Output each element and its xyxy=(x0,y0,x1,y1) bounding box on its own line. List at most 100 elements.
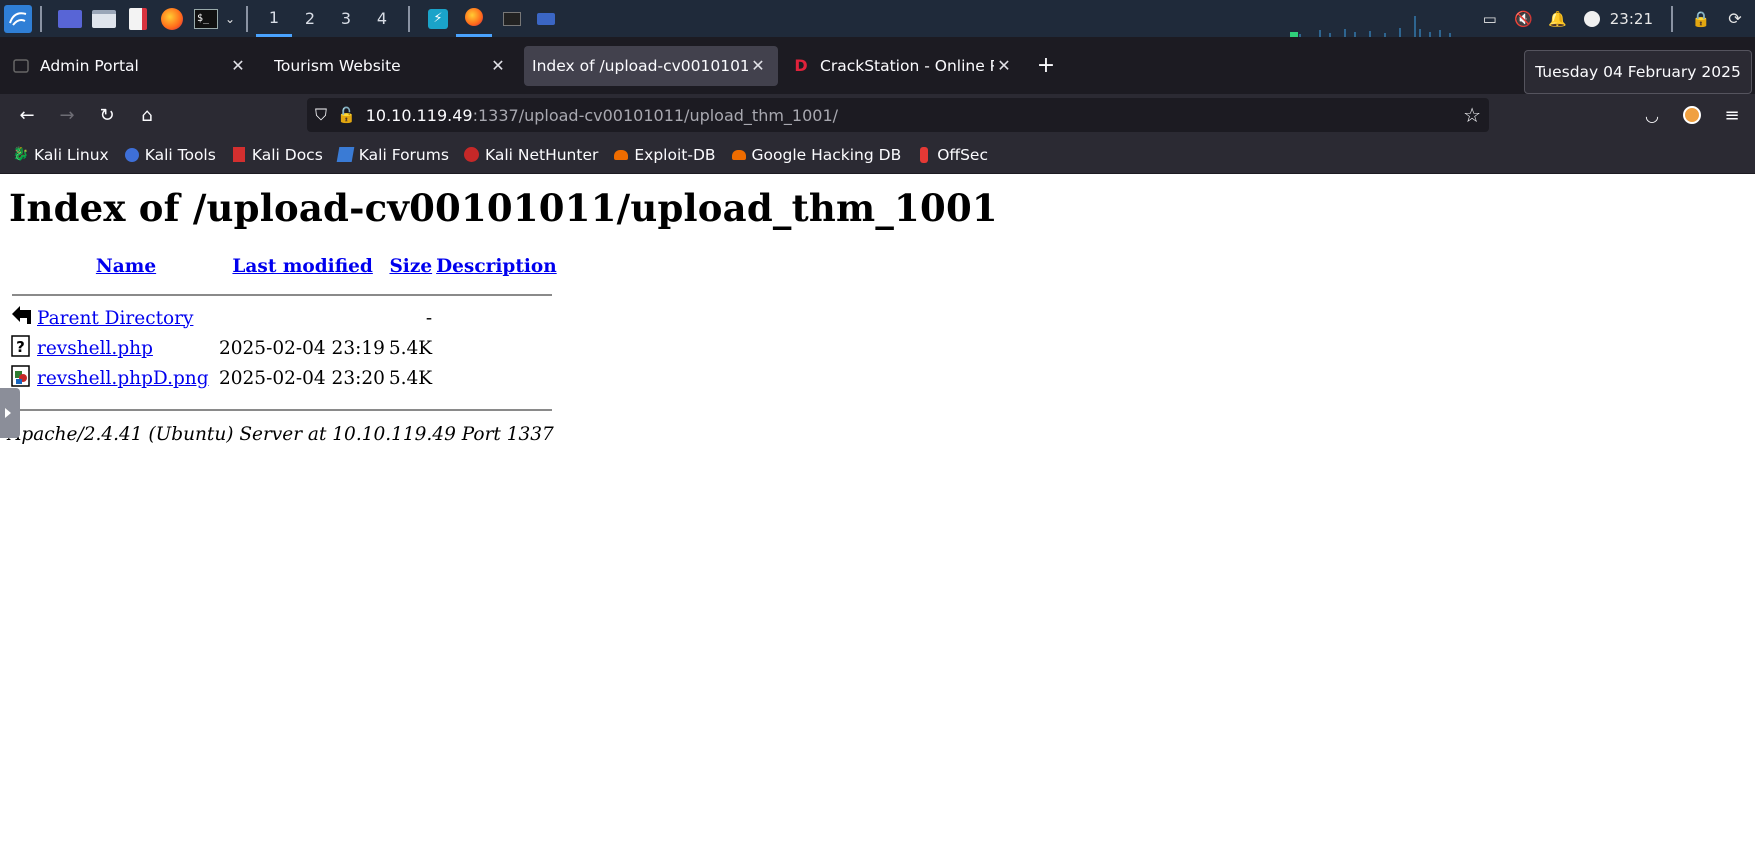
close-icon[interactable]: ✕ xyxy=(488,56,508,75)
bookmark-kali-forums[interactable]: Kali Forums xyxy=(336,146,449,164)
description-cell xyxy=(434,303,559,333)
tab-admin-portal[interactable]: Admin Portal ✕ xyxy=(4,46,258,86)
hamburger-menu-icon[interactable]: ≡ xyxy=(1717,100,1747,130)
kali-docs-icon xyxy=(230,146,248,164)
tab-tourism-website[interactable]: Tourism Website ✕ xyxy=(264,46,518,86)
table-row: revshell.phpD.png 2025-02-04 23:20 5.4K xyxy=(9,363,559,393)
workspace-2[interactable]: 2 xyxy=(292,0,328,37)
window-icon[interactable] xyxy=(532,5,560,33)
offsec-icon xyxy=(915,146,933,164)
tab-title: CrackStation - Online Pas xyxy=(820,56,994,75)
size-column-header: Size xyxy=(387,249,434,283)
notification-bell-icon[interactable]: 🔔 xyxy=(1544,5,1572,33)
close-icon[interactable]: ✕ xyxy=(228,56,248,75)
sidebar-drag-handle[interactable] xyxy=(0,388,20,438)
tab-crackstation[interactable]: D CrackStation - Online Pas ✕ xyxy=(784,46,1024,86)
nav-toolbar-right: ◡ ≡ xyxy=(1627,94,1755,136)
directory-listing-table: Name Last modified Size Description Pare… xyxy=(9,249,559,393)
modified-column-header: Last modified xyxy=(217,249,387,283)
close-icon[interactable]: ✕ xyxy=(748,56,768,75)
unknown-file-icon: ? xyxy=(9,333,35,363)
parent-directory-link[interactable]: Parent Directory xyxy=(37,308,193,329)
shield-icon[interactable]: ⛉ xyxy=(315,105,327,125)
url-path: :1337/upload-cv00101011/upload_thm_1001/ xyxy=(472,105,839,125)
bookmark-kali-nethunter[interactable]: Kali NetHunter xyxy=(463,146,598,164)
terminal-window-icon[interactable] xyxy=(498,5,526,33)
bookmark-offsec[interactable]: OffSec xyxy=(915,146,988,164)
forward-button[interactable]: → xyxy=(52,100,82,130)
url-host: 10.10.119.49 xyxy=(365,105,473,125)
size-cell: 5.4K xyxy=(388,337,433,359)
file-manager-icon[interactable] xyxy=(90,5,118,33)
workspace-4[interactable]: 4 xyxy=(364,0,400,37)
modified-cell: 2025-02-04 23:20 xyxy=(219,367,385,389)
kali-menu-icon[interactable] xyxy=(4,4,32,33)
exploitdb-icon xyxy=(612,146,630,164)
panel-separator xyxy=(246,5,248,32)
app-window-icon[interactable]: ⚡ xyxy=(424,5,452,33)
server-icon xyxy=(12,57,30,75)
workspace-3[interactable]: 3 xyxy=(328,0,364,37)
new-tab-button[interactable]: + xyxy=(1030,50,1062,82)
spacer-row xyxy=(9,283,559,303)
bookmark-exploit-db[interactable]: Exploit-DB xyxy=(612,145,716,164)
insecure-lock-icon[interactable]: 🔓 xyxy=(337,106,356,124)
bookmark-kali-docs[interactable]: Kali Docs xyxy=(230,146,323,164)
date-tooltip: Tuesday 04 February 2025 xyxy=(1524,50,1752,94)
name-cell: Parent Directory xyxy=(35,303,217,333)
file-link-revshell-php[interactable]: revshell.php xyxy=(37,338,153,359)
bookmark-kali-tools[interactable]: Kali Tools xyxy=(123,146,216,164)
back-button[interactable]: ← xyxy=(12,100,42,130)
sort-by-modified-link[interactable]: Last modified xyxy=(232,256,372,277)
url-bar[interactable]: ⛉ 🔓 10.10.119.49:1337/upload-cv00101011/… xyxy=(307,98,1489,132)
description-cell xyxy=(434,333,559,363)
bookmark-star-icon[interactable]: ☆ xyxy=(1463,103,1481,127)
bookmark-label: Kali NetHunter xyxy=(484,145,599,164)
update-icon[interactable] xyxy=(1578,5,1606,33)
system-tray: ▭ 🔇 🔔 23:21 🔒 ⟳ xyxy=(1470,0,1755,37)
close-icon[interactable]: ✕ xyxy=(994,56,1014,75)
kali-tools-icon xyxy=(123,146,141,164)
bookmark-label: Google Hacking DB xyxy=(751,145,902,164)
footer-divider xyxy=(12,409,552,411)
panel-separator xyxy=(1671,5,1673,32)
header-divider xyxy=(12,294,552,296)
reload-button[interactable]: ↻ xyxy=(92,100,122,130)
tab-bar: Admin Portal ✕ Tourism Website ✕ Index o… xyxy=(0,37,1755,94)
workspace-1[interactable]: 1 xyxy=(256,0,292,37)
display-icon[interactable]: ▭ xyxy=(1476,5,1504,33)
terminal-icon[interactable]: $_ xyxy=(192,5,220,33)
modified-cell: 2025-02-04 23:19 xyxy=(219,337,385,359)
bookmarks-toolbar: 🐉 Kali Linux Kali Tools Kali Docs Kali F… xyxy=(0,136,1755,174)
bookmark-kali-linux[interactable]: 🐉 Kali Linux xyxy=(12,146,109,164)
lock-icon[interactable]: 🔒 xyxy=(1687,5,1715,33)
sort-by-description-link[interactable]: Description xyxy=(436,256,557,277)
icon-column-header xyxy=(9,249,35,283)
bookmark-label: Kali Tools xyxy=(144,145,216,164)
tab-index-of[interactable]: Index of /upload-cv00101011/ ✕ xyxy=(524,45,778,86)
firefox-window-icon[interactable] xyxy=(456,0,492,37)
chevron-down-icon[interactable]: ⌄ xyxy=(222,5,238,33)
text-editor-icon[interactable] xyxy=(124,5,152,33)
bookmark-google-hacking-db[interactable]: Google Hacking DB xyxy=(730,145,902,164)
home-button[interactable]: ⌂ xyxy=(132,100,162,130)
firefox-icon[interactable] xyxy=(158,5,186,33)
account-avatar-icon[interactable] xyxy=(1677,100,1707,130)
system-panel: $_ ⌄ 1 2 3 4 ⚡ ▭ 🔇 🔔 23:21 🔒 ⟳ xyxy=(0,0,1755,37)
show-desktop-icon[interactable] xyxy=(56,5,84,33)
bookmark-label: Kali Linux xyxy=(34,145,109,164)
page-content: Index of /upload-cv00101011/upload_thm_1… xyxy=(0,174,1755,857)
panel-clock[interactable]: 23:21 xyxy=(1610,10,1653,28)
modified-cell xyxy=(217,303,387,333)
file-link-revshell-png[interactable]: revshell.phpD.png xyxy=(37,368,209,389)
logout-icon[interactable]: ⟳ xyxy=(1721,5,1749,33)
size-cell: 5.4K xyxy=(388,367,433,389)
sort-by-size-link[interactable]: Size xyxy=(389,256,432,277)
name-cell: revshell.phpD.png xyxy=(35,363,217,393)
name-cell: revshell.php xyxy=(35,333,217,363)
sort-by-name-link[interactable]: Name xyxy=(96,256,156,277)
bookmark-label: Exploit-DB xyxy=(634,145,716,164)
volume-muted-icon[interactable]: 🔇 xyxy=(1510,5,1538,33)
tab-title: Tourism Website xyxy=(274,56,401,75)
pocket-icon[interactable]: ◡ xyxy=(1637,100,1667,130)
